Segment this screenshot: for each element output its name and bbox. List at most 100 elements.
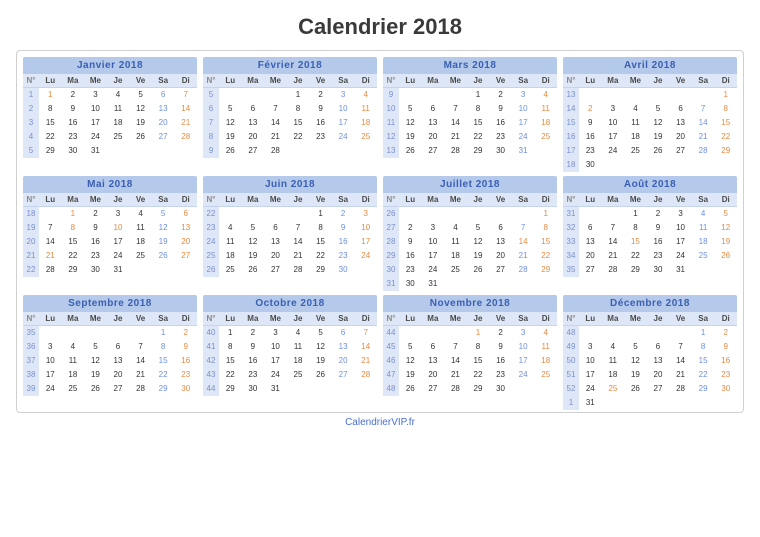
day-cell: 9 xyxy=(647,221,670,235)
day-cell: 8 xyxy=(219,340,242,354)
day-cell: 11 xyxy=(287,340,310,354)
day-cell: 7 xyxy=(602,221,625,235)
dow-header: Sa xyxy=(152,193,175,206)
day-cell: 1 xyxy=(534,207,557,221)
day-cell: 2 xyxy=(242,326,265,340)
dow-header-row: N°LuMaMeJeVeSaDi xyxy=(203,74,377,88)
day-cell: 12 xyxy=(399,116,422,130)
week-row: 1616171819202122 xyxy=(563,130,737,144)
week-row: 45567891011 xyxy=(383,340,557,354)
day-cell: 18 xyxy=(624,130,647,144)
day-cell: 19 xyxy=(219,130,242,144)
day-cell: 16 xyxy=(62,116,85,130)
day-cell: 21 xyxy=(174,116,197,130)
week-number: 50 xyxy=(563,354,579,368)
day-cell: 25 xyxy=(534,130,557,144)
week-row: 2518192021222324 xyxy=(203,249,377,263)
week-number-header: N° xyxy=(203,193,219,206)
week-number-header: N° xyxy=(383,74,399,87)
month-title: Février 2018 xyxy=(203,57,377,74)
day-cell: 6 xyxy=(489,221,512,235)
day-cell: 23 xyxy=(647,249,670,263)
day-cell: 3 xyxy=(264,326,287,340)
week-number: 11 xyxy=(383,116,399,130)
dow-header-row: N°LuMaMeJeVeSaDi xyxy=(383,312,557,326)
week-number: 41 xyxy=(203,340,219,354)
day-cell: 2 xyxy=(174,326,197,340)
day-cell: 21 xyxy=(287,249,310,263)
week-row: 315161718192021 xyxy=(23,116,197,130)
day-cell: 17 xyxy=(107,235,130,249)
day-cell: 23 xyxy=(332,249,355,263)
day-cell xyxy=(354,382,377,396)
day-cell: 2 xyxy=(714,326,737,340)
day-cell: 25 xyxy=(692,249,715,263)
day-cell: 19 xyxy=(152,235,175,249)
day-cell: 25 xyxy=(444,263,467,277)
day-cell: 31 xyxy=(84,144,107,158)
day-cell: 10 xyxy=(84,102,107,116)
day-cell: 2 xyxy=(489,88,512,102)
day-cell: 12 xyxy=(624,354,647,368)
day-cell: 12 xyxy=(219,116,242,130)
day-cell xyxy=(647,326,670,340)
week-number-header: N° xyxy=(23,74,39,87)
day-cell: 11 xyxy=(62,354,85,368)
month-title: Mai 2018 xyxy=(23,176,197,193)
day-cell xyxy=(692,263,715,277)
day-cell: 20 xyxy=(152,116,175,130)
day-cell: 5 xyxy=(152,207,175,221)
week-number: 48 xyxy=(563,326,579,340)
day-cell: 9 xyxy=(242,340,265,354)
day-cell: 5 xyxy=(467,221,490,235)
month-block: Mai 2018N°LuMaMeJeVeSaDi1812345619789101… xyxy=(23,176,197,291)
day-cell: 7 xyxy=(174,88,197,102)
day-cell: 11 xyxy=(444,235,467,249)
day-cell: 2 xyxy=(309,88,332,102)
week-row: 26252627282930 xyxy=(203,263,377,277)
day-cell: 14 xyxy=(264,116,287,130)
day-cell: 26 xyxy=(647,144,670,158)
day-cell: 24 xyxy=(332,130,355,144)
day-cell: 30 xyxy=(647,263,670,277)
day-cell: 3 xyxy=(512,326,535,340)
day-cell: 8 xyxy=(62,221,85,235)
week-row: 4812 xyxy=(563,326,737,340)
weeks-container: 4812493456789501011121314151651171819202… xyxy=(563,326,737,410)
week-number: 30 xyxy=(383,263,399,277)
week-row: 159101112131415 xyxy=(563,116,737,130)
day-cell: 13 xyxy=(489,235,512,249)
day-cell: 20 xyxy=(422,130,445,144)
day-cell: 8 xyxy=(152,340,175,354)
day-cell: 29 xyxy=(62,263,85,277)
dow-header: Ma xyxy=(422,74,445,87)
dow-header-row: N°LuMaMeJeVeSaDi xyxy=(563,312,737,326)
week-row: 261 xyxy=(383,207,557,221)
week-row: 313031 xyxy=(383,277,557,291)
dow-header: Di xyxy=(714,312,737,325)
day-cell: 22 xyxy=(624,249,647,263)
week-number-header: N° xyxy=(203,74,219,87)
day-cell: 17 xyxy=(264,354,287,368)
day-cell: 26 xyxy=(242,263,265,277)
day-cell: 15 xyxy=(692,354,715,368)
day-cell: 20 xyxy=(107,368,130,382)
day-cell: 24 xyxy=(579,382,602,396)
dow-header: Di xyxy=(534,193,557,206)
day-cell xyxy=(264,88,287,102)
day-cell: 17 xyxy=(332,116,355,130)
day-cell: 3 xyxy=(579,340,602,354)
day-cell: 5 xyxy=(309,326,332,340)
weeks-container: 4412344556789101146121314151617184719202… xyxy=(383,326,557,396)
day-cell: 25 xyxy=(602,382,625,396)
week-number: 44 xyxy=(203,382,219,396)
day-cell: 31 xyxy=(579,396,602,410)
day-cell: 2 xyxy=(332,207,355,221)
week-row: 131 xyxy=(563,88,737,102)
day-cell xyxy=(579,88,602,102)
day-cell: 5 xyxy=(714,207,737,221)
day-cell: 22 xyxy=(467,130,490,144)
week-row: 441234 xyxy=(383,326,557,340)
week-row: 2916171819202122 xyxy=(383,249,557,263)
day-cell: 15 xyxy=(534,235,557,249)
